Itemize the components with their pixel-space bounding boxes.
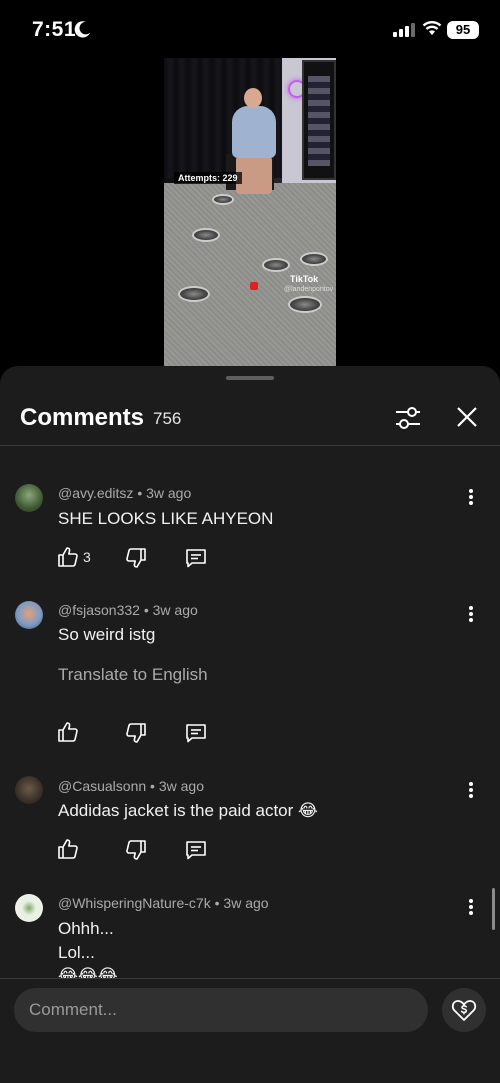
meta-separator: •	[214, 895, 220, 911]
pan	[300, 252, 328, 266]
tiktok-username: @landenporitov	[284, 286, 334, 293]
battery-indicator: 95	[447, 21, 479, 39]
comment-author[interactable]: @fsjason332	[58, 602, 140, 618]
comment-input[interactable]	[14, 988, 428, 1032]
comment-author[interactable]: @avy.editsz	[58, 485, 133, 501]
status-bar: 7:51 95	[0, 0, 500, 58]
more-options-icon[interactable]	[466, 605, 476, 625]
more-options-icon[interactable]	[466, 898, 476, 918]
comments-title: Comments	[20, 404, 145, 431]
tiktok-watermark: TikTok	[290, 274, 319, 284]
comment-meta: @Casualsonn • 3w ago	[58, 778, 204, 794]
comment-meta: @fsjason332 • 3w ago	[58, 602, 198, 618]
filter-icon[interactable]	[394, 404, 422, 432]
status-time: 7:51	[32, 18, 77, 41]
pan	[192, 228, 220, 242]
attempts-label: Attempts: 229	[174, 172, 242, 184]
avatar[interactable]	[15, 484, 43, 512]
avatar[interactable]	[15, 776, 43, 804]
comment-text-line: Ohhh...	[58, 919, 114, 938]
pan	[262, 258, 290, 272]
signal-icon	[393, 23, 415, 37]
reply-icon[interactable]	[184, 838, 208, 862]
dislike-icon[interactable]	[124, 721, 148, 745]
person-hoodie	[232, 106, 276, 158]
comments-sheet: Comments 756 @avy.editsz • 3w ago SHE LO…	[0, 366, 500, 1083]
heart-dollar-icon	[451, 1000, 477, 1021]
reply-icon[interactable]	[184, 546, 208, 570]
dislike-icon[interactable]	[124, 546, 148, 570]
comment-text: So weird istg	[58, 625, 156, 644]
moon-icon	[74, 21, 91, 38]
red-cup	[250, 282, 258, 290]
comment-text: SHE LOOKS LIKE AHYEON	[58, 509, 274, 528]
scrollbar[interactable]	[492, 888, 495, 930]
dislike-icon[interactable]	[124, 838, 148, 862]
meta-separator: •	[150, 778, 155, 794]
comment-time: 3w ago	[152, 602, 198, 618]
avatar[interactable]	[15, 894, 43, 922]
comment-author[interactable]: @Casualsonn	[58, 778, 146, 794]
person-head	[244, 88, 262, 108]
wifi-icon	[422, 21, 442, 35]
comment-meta: @WhisperingNature-c7k • 3w ago	[58, 895, 269, 911]
super-thanks-button[interactable]	[442, 988, 486, 1032]
like-icon[interactable]	[56, 545, 80, 569]
more-options-icon[interactable]	[466, 488, 476, 508]
like-count: 3	[83, 549, 91, 565]
comments-count: 756	[153, 409, 182, 428]
comment-time: 3w ago	[158, 778, 204, 794]
comment-bar	[0, 978, 500, 1083]
pan	[178, 286, 210, 302]
pan	[212, 194, 234, 205]
avatar[interactable]	[15, 601, 43, 629]
more-options-icon[interactable]	[466, 781, 476, 801]
meta-separator: •	[137, 485, 143, 501]
video-player[interactable]: Attempts: 229 TikTok @landenporitov	[164, 58, 336, 366]
translate-link[interactable]: Translate to English	[58, 665, 208, 685]
like-icon[interactable]	[56, 720, 80, 744]
comment-text: Addidas jacket is the paid actor 😂	[58, 801, 318, 820]
reply-icon[interactable]	[184, 721, 208, 745]
comment-time: 3w ago	[223, 895, 269, 911]
comment-meta: @avy.editsz • 3w ago	[58, 485, 191, 501]
drinks-fridge	[302, 60, 336, 180]
header-divider	[0, 445, 500, 446]
pan	[288, 296, 322, 313]
close-icon[interactable]	[454, 404, 480, 430]
comment-author[interactable]: @WhisperingNature-c7k	[58, 895, 211, 911]
comment-time: 3w ago	[146, 485, 192, 501]
like-icon[interactable]	[56, 837, 80, 861]
drag-handle[interactable]	[226, 376, 274, 380]
meta-separator: •	[143, 602, 149, 618]
comment-text-line: Lol...	[58, 943, 95, 962]
